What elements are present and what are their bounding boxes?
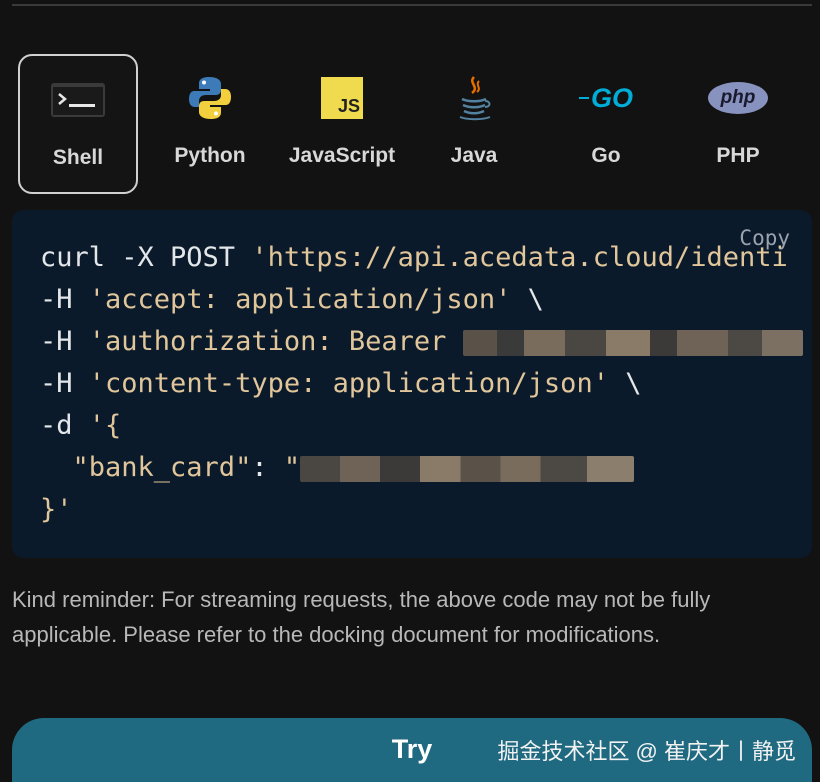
- tab-label: Go: [591, 144, 621, 167]
- php-icon-text: php: [720, 87, 756, 108]
- tab-label: Shell: [52, 146, 104, 169]
- tab-javascript[interactable]: JS JavaScript: [282, 54, 402, 194]
- tab-label: Java: [450, 144, 498, 167]
- code-flag: -H: [40, 368, 89, 399]
- top-divider: [12, 4, 812, 6]
- try-button[interactable]: Try 掘金技术社区 @ 崔庆才丨静觅: [12, 718, 812, 782]
- code-continuation: \: [608, 368, 642, 399]
- code-string: 'content-type: application/json': [88, 368, 609, 399]
- code-string: '{: [88, 410, 122, 441]
- code-line-2: -H 'accept: application/json' \: [40, 284, 544, 315]
- code-command: curl -X POST: [40, 242, 252, 273]
- code-line-4: -H 'content-type: application/json' \: [40, 368, 641, 399]
- tab-label: PHP: [716, 144, 760, 167]
- language-tabs: Shell Python JS JavaScript Java GO Go ph…: [18, 54, 818, 194]
- code-line-1: curl -X POST 'https://api.acedata.cloud/…: [40, 242, 788, 273]
- code-url: 'https://api.acedata.cloud/identi: [251, 242, 788, 273]
- code-line-7: }': [40, 494, 73, 525]
- code-block: Copy curl -X POST 'https://api.acedata.c…: [12, 210, 812, 558]
- code-line-3: -H 'authorization: Bearer: [40, 326, 803, 357]
- code-string: ": [283, 452, 301, 483]
- code-key: "bank_card": [40, 452, 252, 483]
- code-flag: -d: [40, 410, 89, 441]
- js-icon-text: JS: [337, 96, 360, 116]
- code-continuation: \: [511, 284, 544, 315]
- redacted-token: [462, 329, 803, 356]
- tab-java[interactable]: Java: [414, 54, 534, 194]
- terminal-icon: [50, 78, 106, 122]
- code-flag: -H: [40, 284, 89, 315]
- tab-go[interactable]: GO Go: [546, 54, 666, 194]
- tab-python[interactable]: Python: [150, 54, 270, 194]
- python-icon: [182, 76, 238, 120]
- reminder-text: Kind reminder: For streaming requests, t…: [12, 587, 711, 647]
- tab-php[interactable]: php PHP: [678, 54, 798, 194]
- tab-label: Python: [174, 144, 246, 167]
- code-string: 'authorization: Bearer: [88, 326, 463, 357]
- go-icon: GO: [571, 76, 641, 120]
- php-icon: php: [706, 76, 770, 120]
- watermark: 掘金技术社区 @ 崔庆才丨静觅: [497, 739, 796, 764]
- code-string: 'accept: application/json': [88, 284, 512, 315]
- code-line-5: -d '{: [40, 410, 121, 441]
- code-colon: :: [251, 452, 284, 483]
- tab-label: JavaScript: [288, 144, 396, 167]
- go-icon-text: GO: [590, 82, 633, 113]
- code-flag: -H: [40, 326, 89, 357]
- redacted-bank-card: [300, 455, 635, 482]
- java-icon: [446, 76, 502, 121]
- javascript-icon: JS: [314, 76, 370, 120]
- code-string: }': [40, 494, 73, 525]
- code-line-6: "bank_card": ": [40, 452, 635, 483]
- tab-shell[interactable]: Shell: [18, 54, 138, 194]
